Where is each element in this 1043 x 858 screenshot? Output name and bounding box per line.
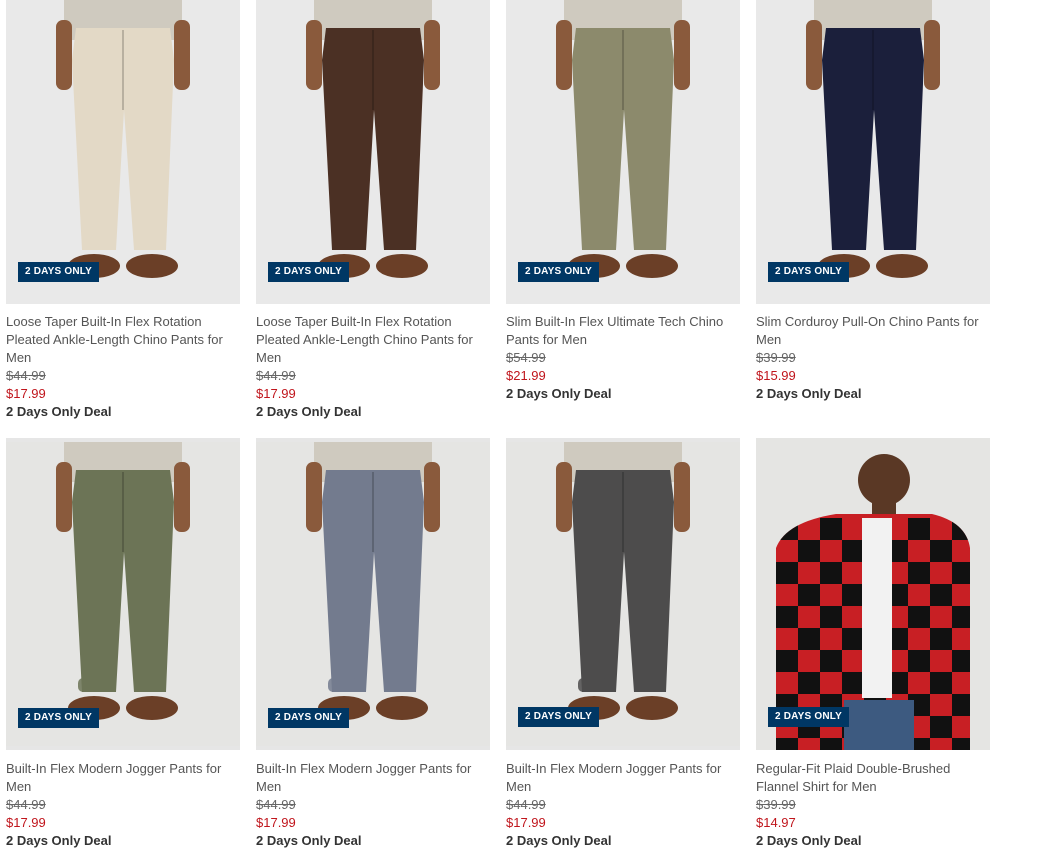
deal-label: 2 Days Only Deal (506, 833, 612, 848)
product-info: Built-In Flex Modern Jogger Pants for Me… (256, 760, 490, 850)
sale-price: $14.97 (756, 815, 796, 830)
product-title-link[interactable]: Built-In Flex Modern Jogger Pants for Me… (256, 760, 490, 796)
product-title-link[interactable]: Built-In Flex Modern Jogger Pants for Me… (506, 760, 740, 796)
sale-price: $17.99 (256, 386, 296, 401)
deal-badge: 2 DAYS ONLY (768, 262, 850, 282)
deal-label: 2 Days Only Deal (256, 833, 362, 848)
product-title-link[interactable]: Slim Corduroy Pull-On Chino Pants for Me… (756, 313, 990, 349)
sale-price: $17.99 (506, 815, 546, 830)
product-info: Built-In Flex Modern Jogger Pants for Me… (506, 760, 740, 850)
original-price: $54.99 (506, 350, 546, 365)
product-image[interactable]: 2 DAYS ONLY (6, 0, 240, 304)
deal-badge: 2 DAYS ONLY (268, 708, 350, 728)
product-title-link[interactable]: Loose Taper Built-In Flex Rotation Pleat… (256, 313, 490, 367)
product-card[interactable]: 2 DAYS ONLY Loose Taper Built-In Flex Ro… (256, 0, 490, 421)
sale-price: $21.99 (506, 368, 546, 383)
deal-label: 2 Days Only Deal (6, 404, 112, 419)
deal-badge: 2 DAYS ONLY (518, 707, 600, 727)
sale-price: $17.99 (6, 386, 46, 401)
product-title-link[interactable]: Slim Built-In Flex Ultimate Tech Chino P… (506, 313, 740, 349)
sale-price: $15.99 (756, 368, 796, 383)
deal-label: 2 Days Only Deal (506, 386, 612, 401)
product-image[interactable]: 2 DAYS ONLY (506, 438, 740, 750)
product-card[interactable]: 2 DAYS ONLY Slim Corduroy Pull-On Chino … (756, 0, 990, 403)
original-price: $44.99 (256, 368, 296, 383)
product-card[interactable]: 2 DAYS ONLY Loose Taper Built-In Flex Ro… (6, 0, 240, 421)
original-price: $44.99 (6, 797, 46, 812)
product-info: Slim Built-In Flex Ultimate Tech Chino P… (506, 313, 740, 403)
deal-badge: 2 DAYS ONLY (268, 262, 350, 282)
original-price: $39.99 (756, 797, 796, 812)
product-info: Loose Taper Built-In Flex Rotation Pleat… (6, 313, 240, 421)
product-image[interactable]: 2 DAYS ONLY (256, 0, 490, 304)
sale-price: $17.99 (256, 815, 296, 830)
deal-badge: 2 DAYS ONLY (518, 262, 600, 282)
deal-label: 2 Days Only Deal (756, 833, 862, 848)
product-card[interactable]: 2 DAYS ONLY Built-In Flex Modern Jogger … (6, 438, 240, 850)
original-price: $39.99 (756, 350, 796, 365)
product-info: Loose Taper Built-In Flex Rotation Pleat… (256, 313, 490, 421)
product-card[interactable]: 2 DAYS ONLY Built-In Flex Modern Jogger … (506, 438, 740, 850)
product-info: Slim Corduroy Pull-On Chino Pants for Me… (756, 313, 990, 403)
product-info: Regular-Fit Plaid Double-Brushed Flannel… (756, 760, 990, 850)
product-image[interactable]: 2 DAYS ONLY (256, 438, 490, 750)
product-card[interactable]: 2 DAYS ONLY Built-In Flex Modern Jogger … (256, 438, 490, 850)
product-image[interactable]: 2 DAYS ONLY (506, 0, 740, 304)
deal-label: 2 Days Only Deal (756, 386, 862, 401)
product-card[interactable]: 2 DAYS ONLY Regular-Fit Plaid Double-Bru… (756, 438, 990, 850)
deal-label: 2 Days Only Deal (6, 833, 112, 848)
sale-price: $17.99 (6, 815, 46, 830)
product-card[interactable]: 2 DAYS ONLY Slim Built-In Flex Ultimate … (506, 0, 740, 403)
deal-badge: 2 DAYS ONLY (18, 708, 100, 728)
product-image[interactable]: 2 DAYS ONLY (756, 438, 990, 750)
deal-badge: 2 DAYS ONLY (18, 262, 100, 282)
product-image[interactable]: 2 DAYS ONLY (756, 0, 990, 304)
product-info: Built-In Flex Modern Jogger Pants for Me… (6, 760, 240, 850)
product-image[interactable]: 2 DAYS ONLY (6, 438, 240, 750)
original-price: $44.99 (506, 797, 546, 812)
product-title-link[interactable]: Built-In Flex Modern Jogger Pants for Me… (6, 760, 240, 796)
product-title-link[interactable]: Loose Taper Built-In Flex Rotation Pleat… (6, 313, 240, 367)
deal-badge: 2 DAYS ONLY (768, 707, 850, 727)
deal-label: 2 Days Only Deal (256, 404, 362, 419)
original-price: $44.99 (6, 368, 46, 383)
original-price: $44.99 (256, 797, 296, 812)
product-title-link[interactable]: Regular-Fit Plaid Double-Brushed Flannel… (756, 760, 990, 796)
